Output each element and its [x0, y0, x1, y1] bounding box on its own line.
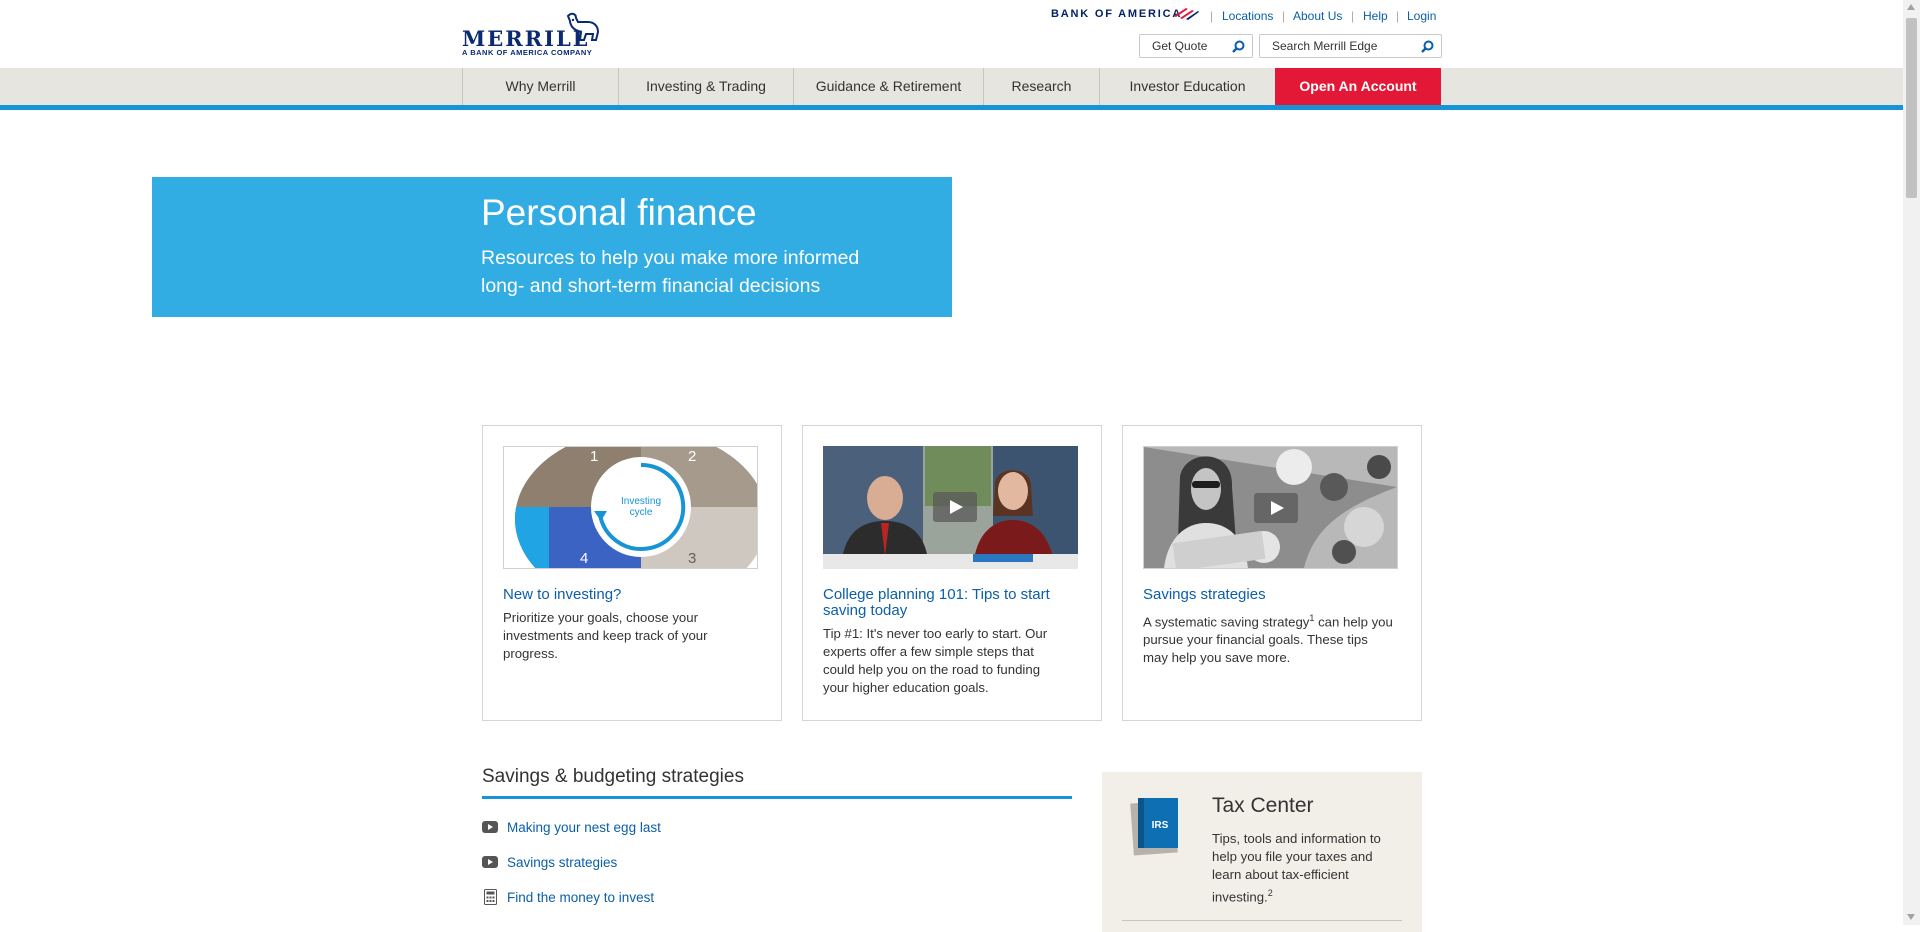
page-title: Personal finance [481, 192, 757, 233]
login-link[interactable]: Login [1407, 9, 1436, 23]
site-search[interactable] [1259, 34, 1442, 58]
get-quote-search[interactable] [1139, 34, 1253, 58]
savings-strategies-video-thumbnail[interactable] [1143, 446, 1398, 569]
find-money-to-invest-link[interactable]: Find the money to invest [507, 890, 654, 905]
card-college-planning[interactable]: College planning 101: Tips to start savi… [802, 425, 1102, 721]
search-icon[interactable] [1232, 40, 1245, 53]
card-title[interactable]: College planning 101: Tips to start savi… [823, 587, 1083, 619]
irs-document-icon: IRS [1130, 798, 1178, 856]
calculator-icon [484, 889, 497, 905]
making-nest-egg-last-link[interactable]: Making your nest egg last [507, 820, 661, 835]
nav-item-investing-trading[interactable]: Investing & Trading [618, 68, 793, 105]
nav-item-guidance-retirement[interactable]: Guidance & Retirement [793, 68, 983, 105]
scroll-down-arrow-icon[interactable] [1907, 914, 1915, 920]
bank-of-america-logo[interactable]: BANK OF AMERICA [1051, 8, 1182, 20]
quadrant-label: 3 [688, 550, 696, 567]
tax-center-description: Tips, tools and information to help you … [1212, 830, 1402, 906]
scroll-up-arrow-icon[interactable] [1907, 4, 1915, 10]
search-icon[interactable] [1421, 40, 1434, 53]
boa-flag-icon [1174, 8, 1199, 20]
college-planning-video-thumbnail[interactable] [823, 446, 1078, 569]
about-us-link[interactable]: About Us [1293, 9, 1342, 23]
site-search-input[interactable] [1272, 39, 1422, 53]
play-icon[interactable] [933, 492, 977, 522]
savings-strategies-link[interactable]: Savings strategies [507, 855, 617, 870]
link-separator: | [1396, 9, 1400, 23]
link-separator: | [1282, 9, 1286, 23]
locations-link[interactable]: Locations [1222, 9, 1273, 23]
link-separator: | [1210, 9, 1214, 23]
investing-cycle-image[interactable]: 1 2 3 4 Investing cycle [503, 446, 758, 569]
nav-item-investor-education[interactable]: Investor Education [1099, 68, 1275, 105]
help-link[interactable]: Help [1363, 9, 1388, 23]
hero-subtitle: Resources to help you make more informed… [481, 247, 860, 297]
video-icon [482, 821, 498, 833]
nav-item-research[interactable]: Research [983, 68, 1099, 105]
investing-cycle-diagram: 1 2 3 4 Investing cycle [515, 447, 757, 568]
video-icon [482, 856, 498, 868]
card-new-to-investing[interactable]: 1 2 3 4 Investing cycle New to investing… [482, 425, 782, 721]
open-account-button[interactable]: Open An Account [1275, 68, 1441, 105]
section-divider [482, 796, 1072, 799]
page-scrollbar[interactable] [1903, 0, 1920, 925]
card-description: A systematic saving strategy1 can help y… [1143, 609, 1393, 667]
merrill-logo[interactable]: MERRILL A BANK OF AMERICA COMPANY [462, 12, 622, 58]
main-nav: Why Merrill Investing & Trading Guidance… [0, 68, 1903, 105]
footnote-marker[interactable]: 2 [1268, 888, 1273, 898]
section-title: Savings & budgeting strategies [482, 766, 744, 787]
scrollbar-thumb[interactable] [1906, 18, 1917, 198]
tax-center-text: Tips, tools and information to help you … [1212, 831, 1381, 905]
tax-center-title[interactable]: Tax Center [1212, 794, 1314, 818]
hero-banner: Personal finance Resources to help you m… [152, 177, 952, 317]
quadrant-label: 2 [688, 448, 696, 465]
card-title[interactable]: Savings strategies [1143, 587, 1403, 603]
cycle-center-label: Investing [621, 496, 661, 507]
card-savings-strategies[interactable]: Savings strategies A systematic saving s… [1122, 425, 1422, 721]
site-header: MERRILL A BANK OF AMERICA COMPANY BANK O… [0, 0, 1903, 68]
card-description-text: A systematic saving strategy [1143, 614, 1310, 630]
logo-tagline: A BANK OF AMERICA COMPANY [462, 48, 593, 57]
nav-divider [0, 105, 1903, 110]
quadrant-label: 1 [590, 448, 598, 465]
irs-badge: IRS [1152, 820, 1169, 831]
play-icon[interactable] [1254, 493, 1298, 523]
card-description: Prioritize your goals, choose your inves… [503, 610, 708, 661]
card-description: Tip #1: It's never too early to start. O… [823, 626, 1048, 695]
nav-item-why-merrill[interactable]: Why Merrill [462, 68, 618, 105]
link-separator: | [1351, 9, 1355, 23]
tax-center-panel[interactable]: IRS Tax Center Tips, tools and informati… [1102, 772, 1422, 932]
quadrant-label: 4 [580, 550, 588, 567]
cycle-center-label: cycle [630, 507, 653, 518]
card-title[interactable]: New to investing? [503, 587, 763, 603]
tax-center-divider [1122, 920, 1402, 921]
